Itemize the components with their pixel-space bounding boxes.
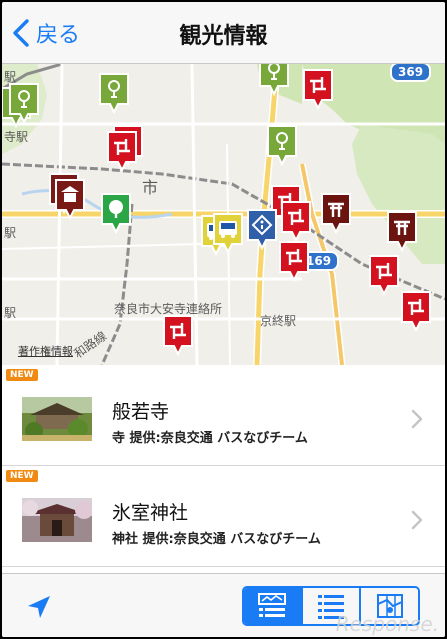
list-item-subtitle: 神社 提供:奈良交通 バスなびチーム [112, 532, 321, 547]
info-map-pin[interactable] [246, 208, 278, 251]
route-badge-369: 369 [390, 64, 432, 82]
shrine-map-pin[interactable] [320, 192, 352, 235]
shrine-map-pin[interactable] [386, 210, 418, 253]
park-map-pin[interactable] [98, 72, 130, 115]
copyright-link[interactable]: 著作権情報 [18, 343, 73, 359]
list-item-title: 氷室神社 [112, 502, 189, 524]
watermark: Response. [335, 612, 439, 636]
temple-map-pin[interactable] [400, 290, 432, 333]
map-list-view-button[interactable] [244, 588, 301, 624]
list-item[interactable]: NEW 般若寺 寺 提供:奈良交通 バスなびチーム [2, 365, 445, 466]
park-map-pin[interactable] [258, 64, 290, 97]
navigation-bar: 戻る 観光情報 [2, 2, 445, 64]
map-label-station: 駅 [4, 226, 17, 240]
thumbnail-image [22, 397, 92, 441]
park-map-pin[interactable] [8, 82, 40, 125]
temple-map-pin[interactable] [368, 254, 400, 297]
poi-list: NEW 般若寺 寺 提供:奈良交通 バスなびチーム NEW 氷室神社 神社 提供… [2, 365, 445, 573]
temple-map-pin[interactable] [280, 200, 312, 243]
park-map-pin[interactable] [266, 124, 298, 167]
list-item-subtitle: 寺 提供:奈良交通 バスなびチーム [112, 431, 308, 446]
map-label-station-bottom: 駅 [4, 306, 17, 320]
temple-map-pin[interactable] [278, 240, 310, 283]
temple-map-pin[interactable] [162, 314, 194, 357]
map-label-kyobate-station: 京終駅 [260, 314, 297, 328]
hall-map-pin[interactable] [54, 178, 86, 221]
app-screen: 戻る 観光情報 駅 寺駅 駅 駅 奈良市大安寺連絡所 京終駅 市 和路線 369… [2, 2, 445, 637]
location-arrow-icon[interactable] [24, 592, 54, 622]
tree-map-pin[interactable] [100, 192, 132, 235]
chevron-right-icon [411, 409, 423, 429]
map-label-city: 市 [142, 178, 159, 197]
list-item[interactable]: NEW 氷室神社 神社 提供:奈良交通 バスなびチーム [2, 466, 445, 567]
temple-map-pin[interactable] [302, 68, 334, 111]
page-title: 観光情報 [179, 24, 268, 49]
new-badge: NEW [6, 470, 38, 482]
bus-map-pin[interactable] [212, 212, 244, 255]
map-list-icon [258, 593, 287, 617]
list-item-title: 般若寺 [112, 401, 170, 423]
map-view[interactable]: 駅 寺駅 駅 駅 奈良市大安寺連絡所 京終駅 市 和路線 369 169 著作権… [2, 64, 445, 365]
new-badge: NEW [6, 369, 38, 381]
chevron-right-icon [411, 510, 423, 530]
temple-map-pin[interactable] [106, 130, 138, 173]
thumbnail-image [22, 498, 92, 542]
map-label-ji-station: 寺駅 [4, 130, 29, 144]
